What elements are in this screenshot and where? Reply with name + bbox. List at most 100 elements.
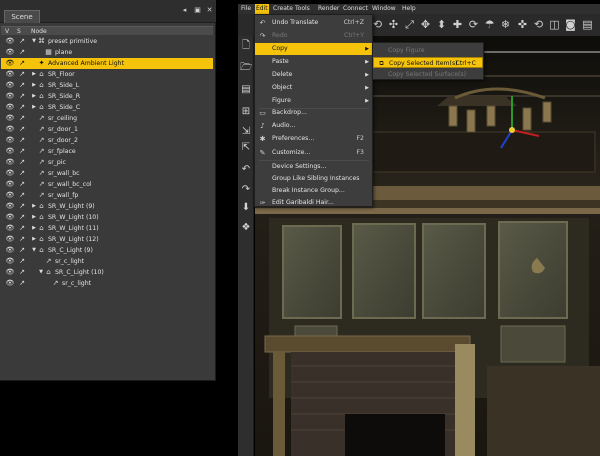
tab-scene[interactable]: Scene bbox=[4, 10, 40, 23]
joint-tool-icon[interactable]: ❄ bbox=[499, 18, 512, 31]
menu-create[interactable]: Create bbox=[272, 4, 294, 14]
eye-icon[interactable]: 👁 bbox=[5, 135, 15, 146]
menu-item-figure[interactable]: Figure ▶ bbox=[255, 95, 372, 107]
eye-icon[interactable]: 👁 bbox=[5, 69, 15, 80]
tree-row[interactable]: 👁 ↗ ↗ sr_wall_fp bbox=[1, 190, 213, 201]
panel-menu-arrow-icon[interactable]: ◂ bbox=[180, 6, 189, 14]
eye-icon[interactable]: 👁 bbox=[5, 212, 15, 223]
tree-row[interactable]: 👁 ↗ ▦ plane bbox=[1, 47, 213, 58]
spotrender-tool-icon[interactable]: ⟲ bbox=[532, 18, 545, 31]
render-icon[interactable]: ◫ bbox=[548, 18, 561, 31]
eye-icon[interactable]: 👁 bbox=[5, 58, 15, 69]
eye-icon[interactable]: 👁 bbox=[5, 201, 15, 212]
menu-file[interactable]: File bbox=[240, 4, 252, 14]
universal-tool-icon[interactable]: ✥ bbox=[419, 18, 432, 31]
menu-edit[interactable]: Edit bbox=[255, 4, 269, 14]
eye-icon[interactable]: 👁 bbox=[5, 278, 15, 289]
menu-item-break-instance-group[interactable]: Break Instance Group... bbox=[255, 185, 372, 197]
undo-icon[interactable]: ↶ bbox=[240, 164, 252, 176]
tree-row[interactable]: 👁 ↗ ▶ ⌂ SR_W_Light (9) bbox=[1, 201, 213, 212]
menu-item-paste[interactable]: Paste ▶ bbox=[255, 56, 372, 68]
eye-icon[interactable]: 👁 bbox=[5, 168, 15, 179]
menu-item-customize[interactable]: ✎ Customize... F3 bbox=[255, 147, 372, 159]
eye-icon[interactable]: 👁 bbox=[5, 190, 15, 201]
eye-icon[interactable]: 👁 bbox=[5, 146, 15, 157]
tree-row[interactable]: 👁 ↗ ▶ ⌂ SR_Side_C bbox=[1, 102, 213, 113]
submenu-item-copy-figure[interactable]: Copy Figure bbox=[373, 45, 483, 56]
tree-row[interactable]: 👁 ↗ ▶ ⌂ SR_W_Light (10) bbox=[1, 212, 213, 223]
menu-item-preferences[interactable]: ✱ Preferences... F2 bbox=[255, 133, 372, 145]
new-scene-icon[interactable]: 🗋 bbox=[240, 40, 252, 52]
tree-row[interactable]: 👁 ↗ ↗ sr_wall_bc_col bbox=[1, 179, 213, 190]
redo-icon[interactable]: ↷ bbox=[240, 184, 252, 196]
translate-tool-icon[interactable]: ✣ bbox=[387, 18, 400, 31]
select-arrow-icon[interactable]: ↗ bbox=[17, 223, 27, 234]
eye-icon[interactable]: 👁 bbox=[5, 223, 15, 234]
eye-icon[interactable]: 👁 bbox=[5, 80, 15, 91]
select-arrow-icon[interactable]: ↗ bbox=[17, 212, 27, 223]
column-visibility[interactable]: V bbox=[5, 27, 9, 36]
eye-icon[interactable]: 👁 bbox=[5, 179, 15, 190]
drop-to-floor-icon[interactable]: ⬇ bbox=[240, 202, 252, 214]
save-icon[interactable]: ▤ bbox=[240, 84, 252, 96]
tree-row[interactable]: 👁 ↗ ↗ sr_c_light bbox=[1, 278, 213, 289]
render-settings-icon[interactable]: ◙ bbox=[564, 18, 577, 31]
geometry-tool-icon[interactable]: ☂ bbox=[483, 18, 496, 31]
select-arrow-icon[interactable]: ↗ bbox=[17, 190, 27, 201]
select-arrow-icon[interactable]: ↗ bbox=[17, 267, 27, 278]
select-arrow-icon[interactable]: ↗ bbox=[17, 201, 27, 212]
select-arrow-icon[interactable]: ↗ bbox=[17, 146, 27, 157]
tree-row[interactable]: 👁 ↗ ▶ ⌂ SR_W_Light (11) bbox=[1, 223, 213, 234]
scale-tool-icon[interactable]: ⤢ bbox=[403, 18, 416, 31]
select-arrow-icon[interactable]: ↗ bbox=[17, 278, 27, 289]
menu-item-backdrop[interactable]: ▭ Backdrop... bbox=[255, 107, 372, 119]
submenu-item-copy-selected-item-s[interactable]: ⧉ Copy Selected Item(s) Ctrl+C bbox=[373, 57, 483, 68]
tree-row[interactable]: 👁 ↗ ↗ sr_wall_bc bbox=[1, 168, 213, 179]
select-arrow-icon[interactable]: ↗ bbox=[17, 124, 27, 135]
eye-icon[interactable]: 👁 bbox=[5, 91, 15, 102]
select-arrow-icon[interactable]: ↗ bbox=[17, 234, 27, 245]
select-arrow-icon[interactable]: ↗ bbox=[17, 102, 27, 113]
tree-row[interactable]: 👁 ↗ ↗ sr_door_2 bbox=[1, 135, 213, 146]
tree-row[interactable]: 👁 ↗ ▶ ⌂ SR_Side_L bbox=[1, 80, 213, 91]
tree-row[interactable]: 👁 ↗ ↗ sr_fplace bbox=[1, 146, 213, 157]
menu-item-copy[interactable]: Copy ▶ bbox=[255, 43, 372, 55]
select-arrow-icon[interactable]: ↗ bbox=[17, 69, 27, 80]
menu-item-redo[interactable]: ↷ Redo Ctrl+Y bbox=[255, 30, 372, 42]
tree-row[interactable]: 👁 ↗ ↗ sr_pic bbox=[1, 157, 213, 168]
iray-icon[interactable]: ▤ bbox=[581, 18, 594, 31]
select-arrow-icon[interactable]: ↗ bbox=[17, 47, 27, 58]
eye-icon[interactable]: 👁 bbox=[5, 113, 15, 124]
eye-icon[interactable]: 👁 bbox=[5, 36, 15, 47]
tree-row[interactable]: 👁 ↗ ↗ sr_door_1 bbox=[1, 124, 213, 135]
menu-item-object[interactable]: Object ▶ bbox=[255, 82, 372, 94]
eye-icon[interactable]: 👁 bbox=[5, 245, 15, 256]
select-arrow-icon[interactable]: ↗ bbox=[17, 91, 27, 102]
select-arrow-icon[interactable]: ↗ bbox=[17, 179, 27, 190]
select-arrow-icon[interactable]: ↗ bbox=[17, 168, 27, 179]
submenu-item-copy-selected-surface-s[interactable]: Copy Selected Surface(s) bbox=[373, 69, 483, 80]
menu-help[interactable]: Help bbox=[401, 4, 417, 14]
tree-row[interactable]: 👁 ↗ ▶ ⌂ SR_Side_R bbox=[1, 91, 213, 102]
menu-item-audio[interactable]: ♪ Audio... bbox=[255, 120, 372, 132]
eye-icon[interactable]: 👁 bbox=[5, 234, 15, 245]
open-icon[interactable]: 🗁 bbox=[240, 62, 252, 74]
tool-settings-icon[interactable]: ⬍ bbox=[435, 18, 448, 31]
select-arrow-icon[interactable]: ↗ bbox=[17, 256, 27, 267]
import-icon[interactable]: ⇲ bbox=[240, 126, 252, 138]
panel-close-icon[interactable]: ✕ bbox=[205, 6, 214, 14]
column-selectable[interactable]: S bbox=[17, 27, 21, 36]
region-tool-icon[interactable]: ✜ bbox=[516, 18, 529, 31]
column-node[interactable]: Node bbox=[31, 27, 47, 36]
menu-item-delete[interactable]: Delete ▶ bbox=[255, 69, 372, 81]
select-arrow-icon[interactable]: ↗ bbox=[17, 157, 27, 168]
export-icon[interactable]: ⇱ bbox=[240, 142, 252, 154]
eye-icon[interactable]: 👁 bbox=[5, 267, 15, 278]
select-arrow-icon[interactable]: ↗ bbox=[17, 135, 27, 146]
menu-render[interactable]: Render bbox=[317, 4, 340, 14]
select-arrow-icon[interactable]: ↗ bbox=[17, 80, 27, 91]
menu-item-edit-garibaldi-hair[interactable]: ✑ Edit Garibaldi Hair... bbox=[255, 197, 372, 209]
select-arrow-icon[interactable]: ↗ bbox=[17, 36, 27, 47]
select-arrow-icon[interactable]: ↗ bbox=[17, 113, 27, 124]
eye-icon[interactable]: 👁 bbox=[5, 102, 15, 113]
